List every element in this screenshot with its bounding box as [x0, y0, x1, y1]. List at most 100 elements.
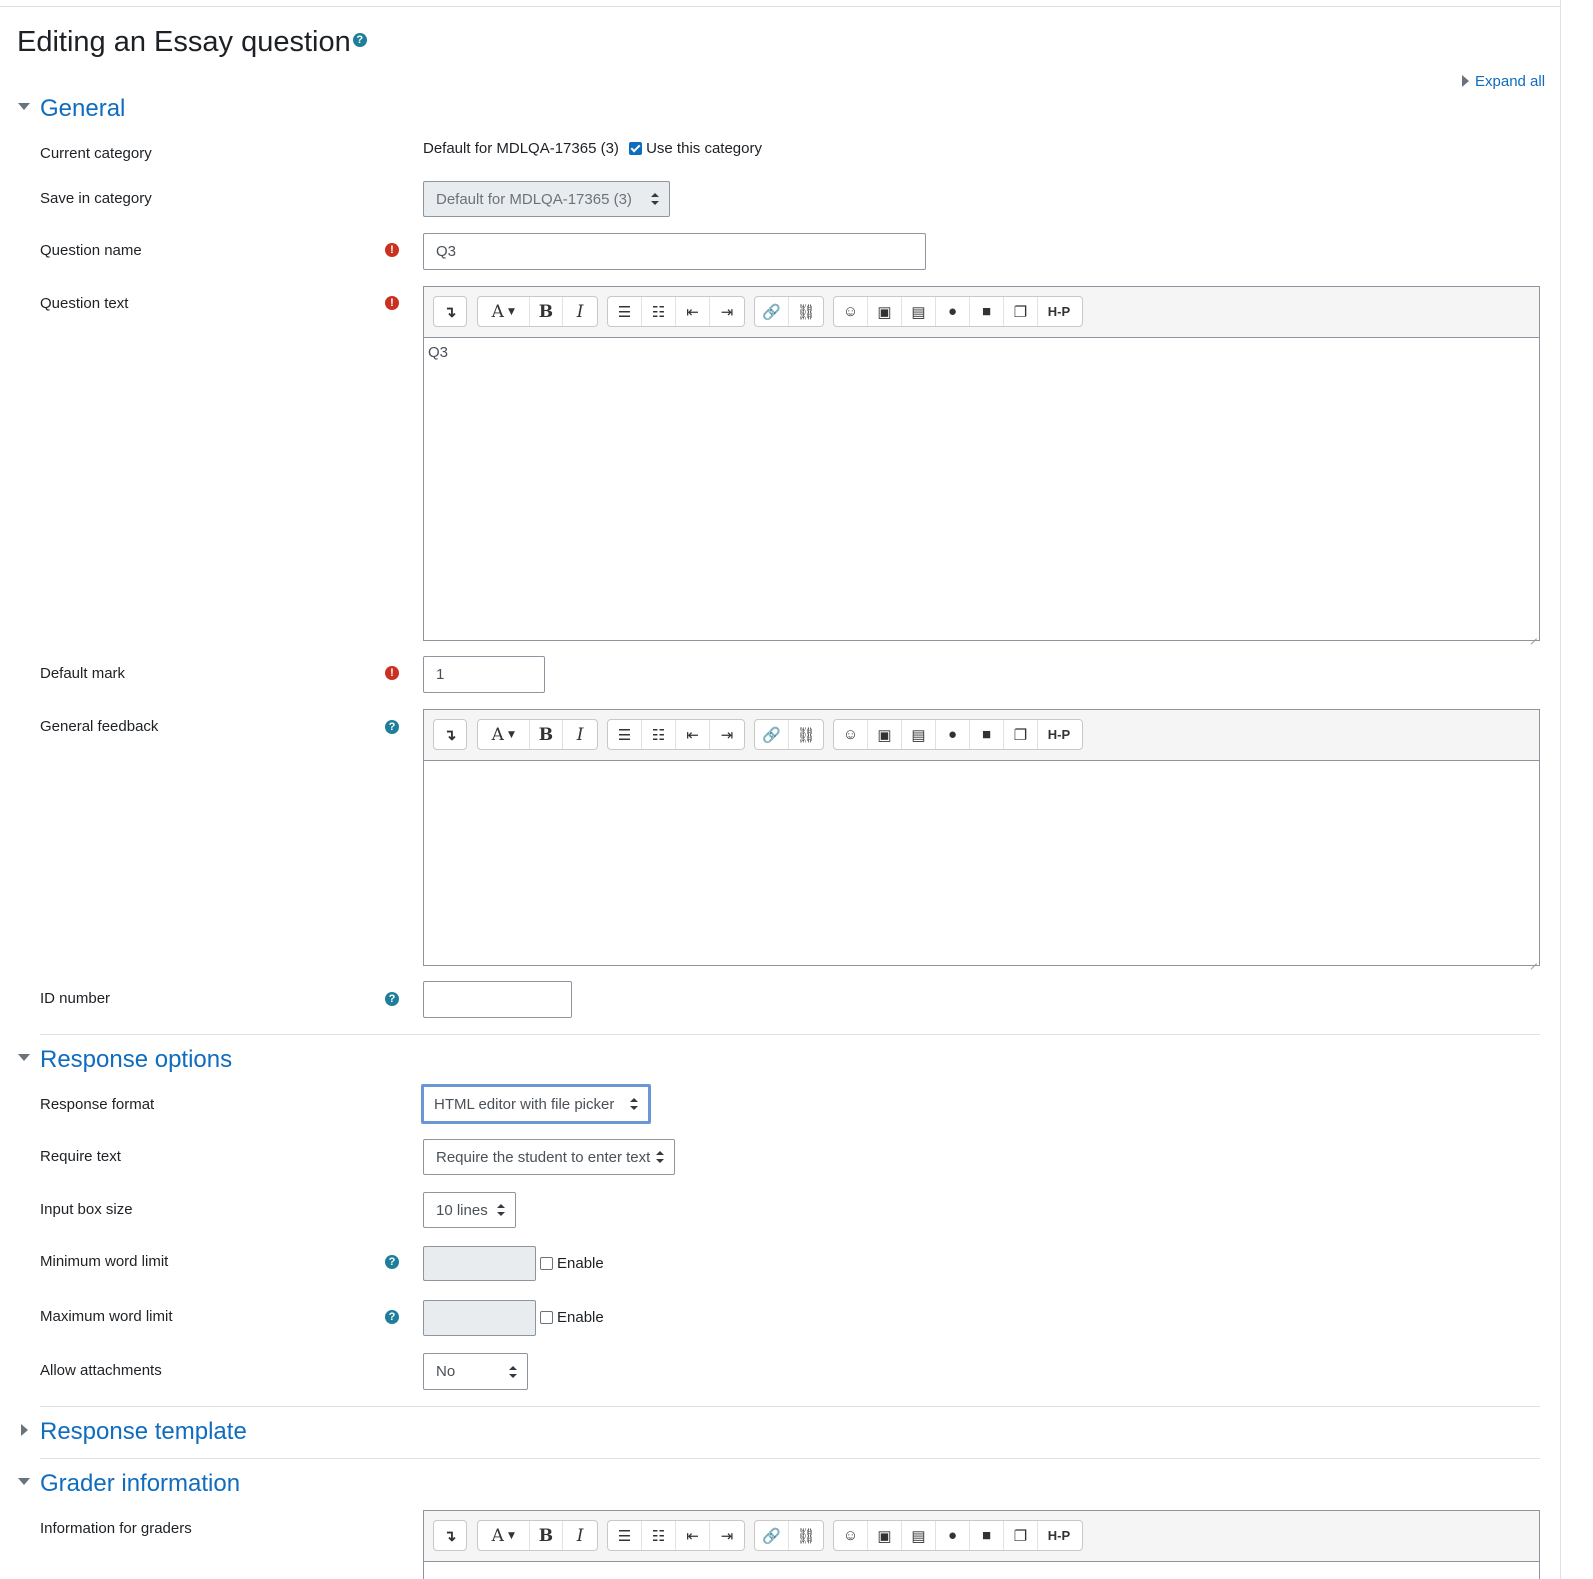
font-icon: A [491, 724, 504, 745]
record-video-button[interactable]: ■ [970, 297, 1004, 326]
image-button[interactable]: ▣ [868, 297, 902, 326]
help-icon[interactable]: ? [352, 33, 367, 48]
min-word-limit-enable-checkbox[interactable] [540, 1256, 553, 1270]
font-style-button[interactable]: A ▼ [478, 297, 530, 326]
image-button[interactable]: ▣ [868, 720, 902, 749]
min-word-limit-enable[interactable]: Enable [540, 1255, 604, 1272]
toolbar-group-media: ☺ ▣ ▤ ● ■ ❐ H-P [833, 719, 1083, 750]
h5p-button[interactable]: H-P [1038, 720, 1080, 749]
emoticon-icon: ☺ [842, 726, 859, 743]
record-video-button[interactable]: ■ [970, 720, 1004, 749]
caret-right-icon [1462, 75, 1469, 88]
bold-button[interactable]: B [530, 297, 564, 326]
record-video-button[interactable]: ■ [970, 1521, 1004, 1550]
help-icon[interactable]: ? [385, 720, 399, 734]
help-icon[interactable]: ? [385, 1310, 399, 1324]
indent-button[interactable]: ⇥ [710, 720, 744, 749]
outdent-button[interactable]: ⇤ [676, 720, 710, 749]
max-word-limit-enable[interactable]: Enable [540, 1309, 604, 1326]
h5p-button[interactable]: H-P [1038, 1521, 1080, 1550]
link-button[interactable]: 🔗 [755, 1521, 789, 1550]
question-text-editor[interactable]: ↴ A ▼ B I ☰ ☷ ⇤ ⇥ 🔗 ⛓ ☺ ▣ ▤ ● ■ ❐ H-P Q3 [423, 286, 1540, 641]
max-word-limit-input[interactable] [423, 1300, 536, 1336]
toolbar-group-collapse: ↴ [433, 1520, 467, 1551]
response-format-select[interactable]: HTML editor with file picker [421, 1084, 651, 1124]
information-for-graders-editor[interactable]: ↴ A ▼ B I ☰ ☷ ⇤ ⇥ 🔗 ⛓ ☺ ▣ ▤ ● ■ ❐ H-P [423, 1510, 1540, 1579]
unordered-list-button[interactable]: ☰ [608, 1521, 642, 1550]
manage-files-button[interactable]: ❐ [1004, 720, 1038, 749]
collapse-button[interactable]: ↴ [434, 720, 466, 749]
resize-handle-icon[interactable] [1529, 631, 1537, 639]
emoticon-button[interactable]: ☺ [834, 720, 868, 749]
toolbar-group-links: 🔗 ⛓ [754, 1520, 824, 1551]
image-icon: ▣ [877, 303, 892, 321]
link-button[interactable]: 🔗 [755, 720, 789, 749]
link-button[interactable]: 🔗 [755, 297, 789, 326]
ordered-list-button[interactable]: ☷ [642, 720, 676, 749]
default-mark-input[interactable]: 1 [423, 656, 545, 693]
general-feedback-editor[interactable]: ↴ A ▼ B I ☰ ☷ ⇤ ⇥ 🔗 ⛓ ☺ ▣ ▤ ● ■ ❐ H-P [423, 709, 1540, 966]
min-word-limit-input[interactable] [423, 1246, 536, 1281]
help-icon[interactable]: ? [385, 992, 399, 1006]
question-text-value: Q3 [428, 344, 449, 361]
indent-icon: ⇥ [720, 726, 734, 744]
section-response-options-header[interactable]: Response options [18, 1046, 232, 1074]
ordered-list-button[interactable]: ☷ [642, 297, 676, 326]
unordered-list-button[interactable]: ☰ [608, 720, 642, 749]
collapse-button[interactable]: ↴ [434, 297, 466, 326]
font-style-button[interactable]: A ▼ [478, 1521, 530, 1550]
record-audio-button[interactable]: ● [936, 1521, 970, 1550]
toolbar-group-lists: ☰ ☷ ⇤ ⇥ [607, 1520, 745, 1551]
h5p-button[interactable]: H-P [1038, 297, 1080, 326]
indent-button[interactable]: ⇥ [710, 1521, 744, 1550]
unlink-button[interactable]: ⛓ [789, 297, 823, 326]
bold-button[interactable]: B [530, 720, 564, 749]
ordered-list-button[interactable]: ☷ [642, 1521, 676, 1550]
media-button[interactable]: ▤ [902, 1521, 936, 1550]
italic-button[interactable]: I [563, 297, 597, 326]
general-feedback-content[interactable] [424, 761, 1539, 966]
outdent-icon: ⇤ [686, 726, 699, 744]
image-button[interactable]: ▣ [868, 1521, 902, 1550]
collapse-button[interactable]: ↴ [434, 1521, 466, 1550]
unlink-button[interactable]: ⛓ [789, 720, 823, 749]
caret-down-icon [18, 103, 30, 111]
required-icon: ! [385, 296, 399, 310]
media-button[interactable]: ▤ [902, 297, 936, 326]
bold-button[interactable]: B [530, 1521, 564, 1550]
resize-handle-icon[interactable] [1529, 956, 1537, 964]
save-in-category-value: Default for MDLQA-17365 (3) [436, 190, 632, 208]
outdent-button[interactable]: ⇤ [676, 297, 710, 326]
question-name-input[interactable]: Q3 [423, 233, 926, 270]
file-media-icon: ▤ [911, 1527, 926, 1545]
unlink-button[interactable]: ⛓ [789, 1521, 823, 1550]
expand-all-link[interactable]: Expand all [1462, 73, 1545, 90]
help-icon[interactable]: ? [385, 1255, 399, 1269]
use-this-category-checkbox[interactable] [629, 141, 643, 155]
manage-files-button[interactable]: ❐ [1004, 297, 1038, 326]
max-word-limit-enable-checkbox[interactable] [540, 1310, 553, 1324]
require-text-select[interactable]: Require the student to enter text [423, 1139, 675, 1175]
allow-attachments-select[interactable]: No [423, 1353, 528, 1390]
input-box-size-select[interactable]: 10 lines [423, 1192, 516, 1228]
record-audio-button[interactable]: ● [936, 720, 970, 749]
manage-files-button[interactable]: ❐ [1004, 1521, 1038, 1550]
emoticon-button[interactable]: ☺ [834, 297, 868, 326]
outdent-button[interactable]: ⇤ [676, 1521, 710, 1550]
emoticon-button[interactable]: ☺ [834, 1521, 868, 1550]
record-audio-button[interactable]: ● [936, 297, 970, 326]
italic-button[interactable]: I [563, 1521, 597, 1550]
media-button[interactable]: ▤ [902, 720, 936, 749]
unordered-list-button[interactable]: ☰ [608, 297, 642, 326]
section-grader-information-header[interactable]: Grader information [18, 1470, 240, 1498]
question-text-content[interactable]: Q3 [424, 338, 1539, 641]
save-in-category-select[interactable]: Default for MDLQA-17365 (3) [423, 181, 670, 217]
section-response-template-header[interactable]: Response template [18, 1418, 247, 1446]
link-icon: 🔗 [762, 303, 781, 321]
italic-button[interactable]: I [563, 720, 597, 749]
indent-button[interactable]: ⇥ [710, 297, 744, 326]
section-general-header[interactable]: General [18, 95, 125, 123]
id-number-input[interactable] [423, 981, 572, 1018]
font-style-button[interactable]: A ▼ [478, 720, 530, 749]
image-icon: ▣ [877, 726, 892, 744]
